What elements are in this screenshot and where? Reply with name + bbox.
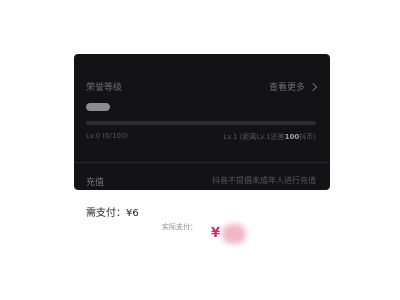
next-level-prefix: Lv.1 (距离Lv.1还差 (223, 133, 285, 141)
need-pay-line: 需支付：¥6 (86, 204, 139, 219)
level-badge (86, 103, 110, 111)
view-more-label: 查看更多 (268, 83, 305, 93)
redacted-amount (222, 224, 246, 244)
actual-pay-label: 实际支付： (162, 223, 197, 231)
need-pay-amount: ¥6 (126, 208, 139, 219)
current-level-text: Lv.0 (0/100) (86, 132, 129, 140)
view-more-link[interactable]: 查看更多 (268, 80, 318, 93)
need-pay-label: 需支付： (86, 208, 126, 219)
next-level-amount: 100 (284, 133, 300, 141)
chevron-right-icon (308, 82, 318, 91)
recharge-label: 充值 (86, 178, 105, 188)
currency-symbol: ¥ (211, 226, 221, 241)
honor-level-title: 荣誉等级 (86, 83, 123, 93)
honor-panel: 荣誉等级 查看更多 Lv.0 (0/100) Lv.1 (距离Lv.1还差100… (74, 54, 330, 190)
minor-recharge-notice: 抖音不提倡未成年人进行充值 (212, 176, 316, 185)
next-level-suffix: 抖币) (299, 133, 316, 141)
next-level-text: Lv.1 (距离Lv.1还差100抖币) (223, 132, 316, 142)
actual-pay-amount: ¥ (207, 222, 247, 248)
level-progress-bar (86, 121, 316, 125)
